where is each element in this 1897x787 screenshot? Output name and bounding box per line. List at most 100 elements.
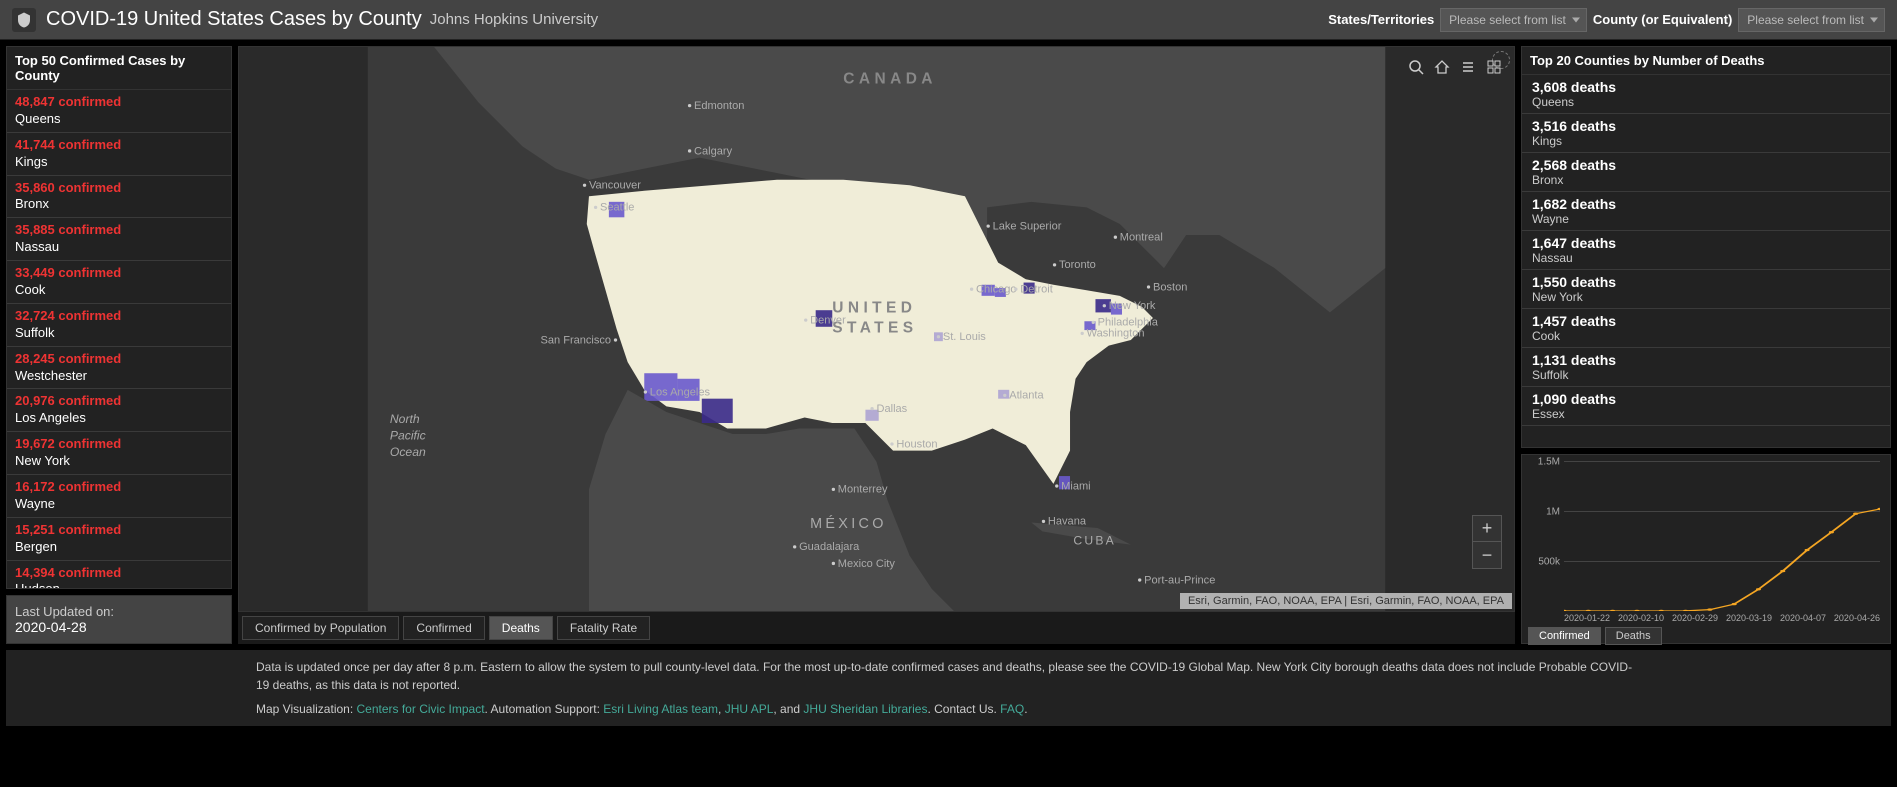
footer: Data is updated once per day after 8 p.m…: [6, 650, 1891, 726]
deaths-panel: Top 20 Counties by Number of Deaths 3,60…: [1521, 46, 1891, 448]
case-item[interactable]: 28,245 confirmedWestchester: [7, 347, 231, 390]
death-value: 1,647 deaths: [1532, 235, 1880, 251]
death-value: 1,682 deaths: [1532, 196, 1880, 212]
chart-tab-deaths[interactable]: Deaths: [1605, 627, 1662, 645]
death-label: Cook: [1532, 329, 1880, 343]
case-label: Suffolk: [15, 325, 223, 342]
death-label: Wayne: [1532, 212, 1880, 226]
case-value: 35,860 confirmed: [15, 180, 223, 197]
svg-text:CANADA: CANADA: [843, 70, 937, 87]
zoom-out-button[interactable]: −: [1473, 542, 1501, 568]
map-tab-confirmed[interactable]: Confirmed: [403, 616, 484, 640]
case-label: Bergen: [15, 539, 223, 556]
death-value: 2,568 deaths: [1532, 157, 1880, 173]
link-faq[interactable]: FAQ: [1000, 702, 1024, 716]
updated-date: 2020-04-28: [15, 619, 223, 635]
states-label: States/Territories: [1328, 12, 1434, 27]
states-dropdown[interactable]: Please select from list: [1440, 8, 1587, 32]
map-attribution: Esri, Garmin, FAO, NOAA, EPA | Esri, Gar…: [1180, 593, 1512, 609]
confirmed-cases-title: Top 50 Confirmed Cases by County: [7, 47, 231, 90]
case-item[interactable]: 35,885 confirmedNassau: [7, 218, 231, 261]
case-value: 19,672 confirmed: [15, 436, 223, 453]
case-item[interactable]: 41,744 confirmedKings: [7, 133, 231, 176]
page-title: COVID-19 United States Cases by County: [46, 8, 422, 31]
case-label: Queens: [15, 111, 223, 128]
case-item[interactable]: 14,394 confirmedHudson: [7, 561, 231, 589]
death-label: Queens: [1532, 95, 1880, 109]
case-label: New York: [15, 453, 223, 470]
header-bar: COVID-19 United States Cases by County J…: [0, 0, 1897, 40]
link-apl[interactable]: JHU APL: [725, 702, 774, 716]
case-value: 28,245 confirmed: [15, 351, 223, 368]
case-value: 48,847 confirmed: [15, 94, 223, 111]
map-tab-confirmed-by-population[interactable]: Confirmed by Population: [242, 616, 399, 640]
death-value: 1,457 deaths: [1532, 313, 1880, 329]
death-item[interactable]: 1,090 deathsEssex: [1522, 387, 1890, 426]
map-tab-deaths[interactable]: Deaths: [489, 616, 553, 640]
home-icon[interactable]: [1430, 55, 1454, 79]
death-item[interactable]: 2,568 deathsBronx: [1522, 153, 1890, 192]
county-dropdown[interactable]: Please select from list: [1738, 8, 1885, 32]
case-label: Nassau: [15, 239, 223, 256]
case-label: Kings: [15, 154, 223, 171]
link-sheridan[interactable]: JHU Sheridan Libraries: [803, 702, 927, 716]
case-value: 33,449 confirmed: [15, 265, 223, 282]
footer-credits: Map Visualization: Centers for Civic Imp…: [256, 700, 1641, 718]
death-label: Kings: [1532, 134, 1880, 148]
case-item[interactable]: 32,724 confirmedSuffolk: [7, 304, 231, 347]
case-item[interactable]: 16,172 confirmedWayne: [7, 475, 231, 518]
death-item[interactable]: 3,608 deathsQueens: [1522, 75, 1890, 114]
deaths-title: Top 20 Counties by Number of Deaths: [1522, 47, 1890, 75]
case-label: Cook: [15, 282, 223, 299]
updated-label: Last Updated on:: [15, 604, 223, 619]
zoom-in-button[interactable]: +: [1473, 516, 1501, 542]
death-item[interactable]: 1,457 deathsCook: [1522, 309, 1890, 348]
case-item[interactable]: 35,860 confirmedBronx: [7, 176, 231, 219]
case-item[interactable]: 20,976 confirmedLos Angeles: [7, 389, 231, 432]
death-item[interactable]: 1,131 deathsSuffolk: [1522, 348, 1890, 387]
case-value: 35,885 confirmed: [15, 222, 223, 239]
jhu-logo: [12, 8, 36, 32]
death-item[interactable]: 3,516 deathsKings: [1522, 114, 1890, 153]
search-icon[interactable]: [1404, 55, 1428, 79]
death-label: New York: [1532, 290, 1880, 304]
death-item[interactable]: 1,647 deathsNassau: [1522, 231, 1890, 270]
chart-tab-confirmed[interactable]: Confirmed: [1528, 627, 1601, 645]
map-tab-fatality-rate[interactable]: Fatality Rate: [557, 616, 650, 640]
death-label: Essex: [1532, 407, 1880, 421]
case-value: 32,724 confirmed: [15, 308, 223, 325]
death-item[interactable]: 1,550 deathsNew York: [1522, 270, 1890, 309]
list-icon[interactable]: [1456, 55, 1480, 79]
death-item[interactable]: 1,682 deathsWayne: [1522, 192, 1890, 231]
case-item[interactable]: 33,449 confirmedCook: [7, 261, 231, 304]
footer-text-1: Data is updated once per day after 8 p.m…: [256, 658, 1641, 694]
case-item[interactable]: 19,672 confirmedNew York: [7, 432, 231, 475]
death-label: Bronx: [1532, 173, 1880, 187]
page-subtitle: Johns Hopkins University: [430, 11, 598, 28]
death-value: 1,090 deaths: [1532, 391, 1880, 407]
death-value: 3,608 deaths: [1532, 79, 1880, 95]
county-label: County (or Equivalent): [1593, 12, 1732, 27]
us-map[interactable]: CANADA UNITED STATES MÉXICO CUBA North P…: [239, 47, 1514, 611]
link-esri[interactable]: Esri Living Atlas team: [603, 702, 718, 716]
case-item[interactable]: 15,251 confirmedBergen: [7, 518, 231, 561]
case-label: Wayne: [15, 496, 223, 513]
basemap-icon[interactable]: [1482, 55, 1506, 79]
confirmed-cases-panel: Top 50 Confirmed Cases by County 48,847 …: [6, 46, 232, 589]
case-value: 14,394 confirmed: [15, 565, 223, 582]
case-value: 16,172 confirmed: [15, 479, 223, 496]
map-panel[interactable]: CANADA UNITED STATES MÉXICO CUBA North P…: [238, 46, 1515, 612]
death-value: 1,131 deaths: [1532, 352, 1880, 368]
case-value: 20,976 confirmed: [15, 393, 223, 410]
link-civic-impact[interactable]: Centers for Civic Impact: [357, 702, 485, 716]
case-item[interactable]: 48,847 confirmedQueens: [7, 90, 231, 133]
last-updated-panel: Last Updated on: 2020-04-28: [6, 595, 232, 644]
death-label: Suffolk: [1532, 368, 1880, 382]
map-tabs: Confirmed by PopulationConfirmedDeathsFa…: [238, 612, 1515, 644]
chart-area[interactable]: 500k1M1.5M: [1564, 461, 1880, 611]
case-label: Bronx: [15, 196, 223, 213]
case-value: 41,744 confirmed: [15, 137, 223, 154]
case-label: Hudson: [15, 581, 223, 589]
death-label: Nassau: [1532, 251, 1880, 265]
case-value: 15,251 confirmed: [15, 522, 223, 539]
